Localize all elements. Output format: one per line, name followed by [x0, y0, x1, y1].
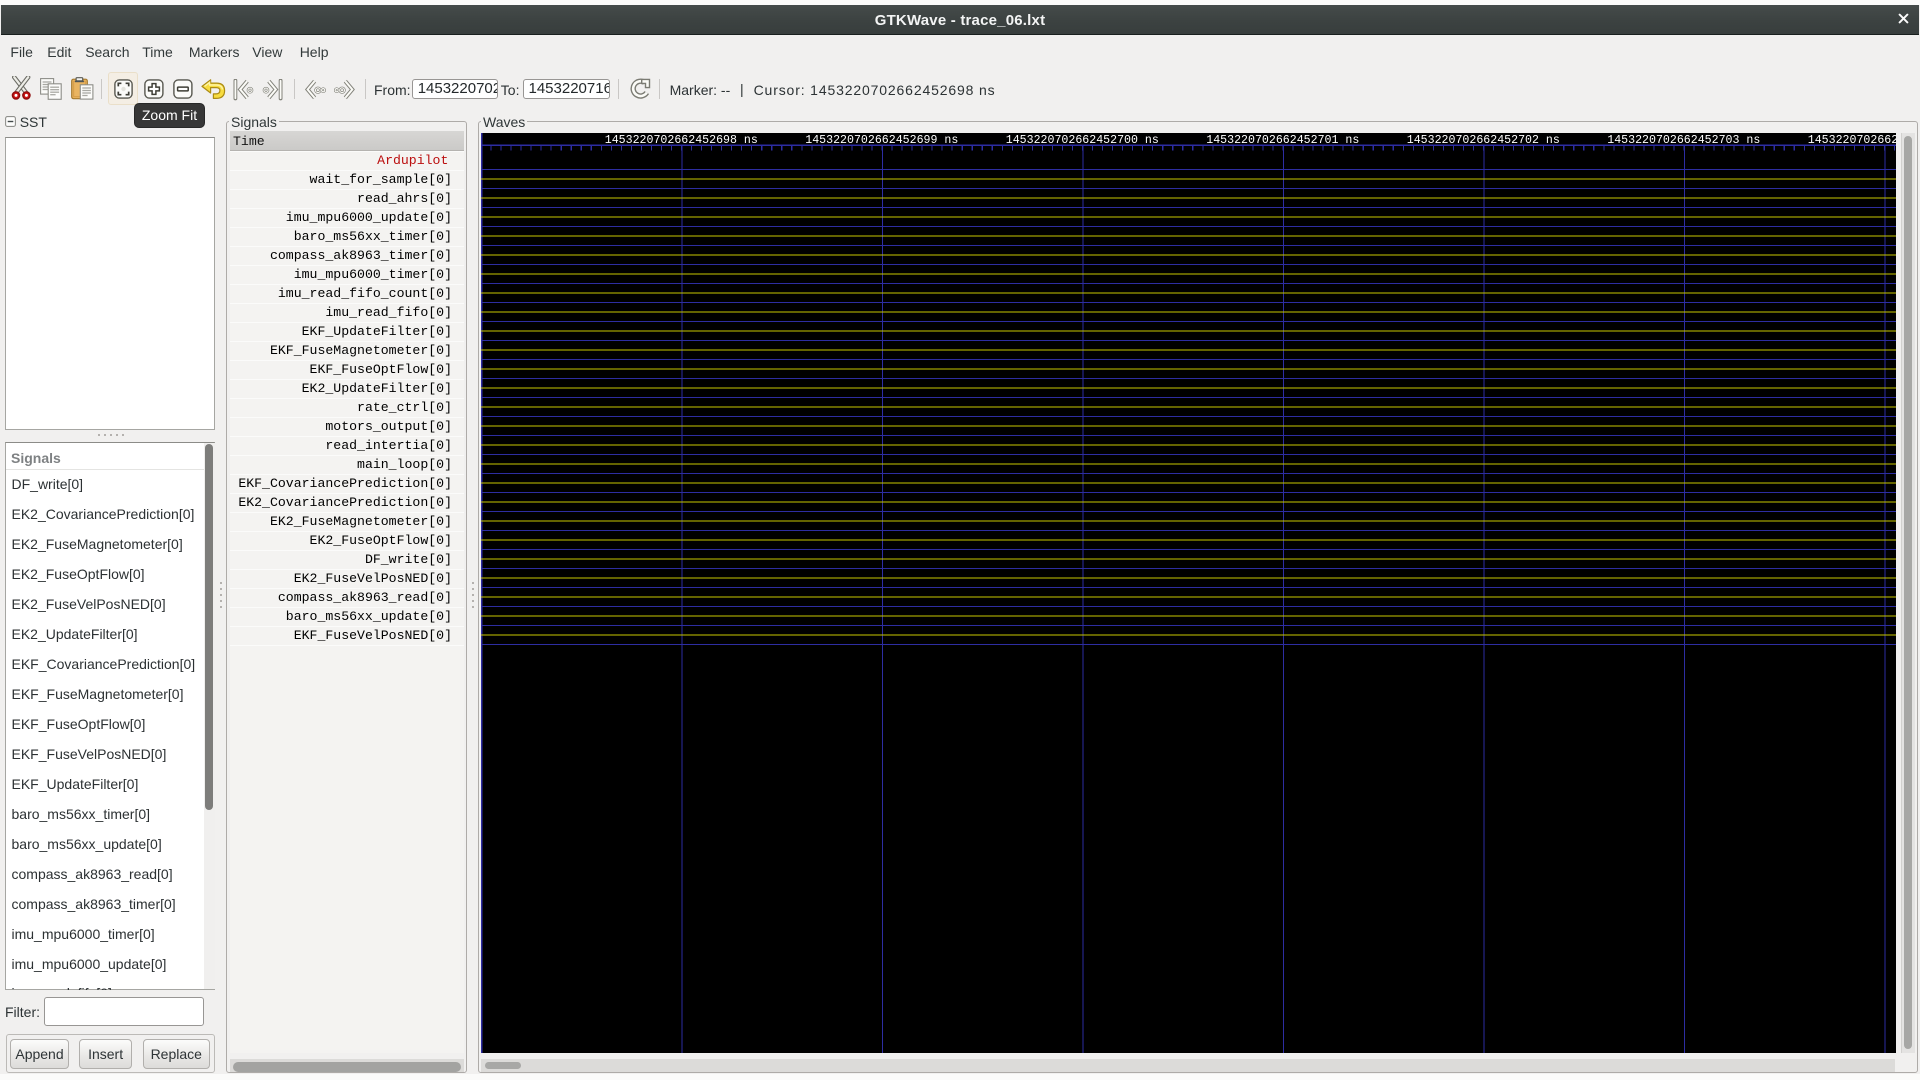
svg-text:1453220702662452698 ns: 1453220702662452698 ns — [605, 134, 758, 147]
svg-text:1453220702662452700 ns: 1453220702662452700 ns — [1006, 134, 1159, 147]
svg-text:1453220702662452704 ns: 1453220702662452704 ns — [1808, 134, 1896, 147]
svg-text:1453220702662452699 ns: 1453220702662452699 ns — [805, 134, 958, 147]
svg-text:1453220702662452703 ns: 1453220702662452703 ns — [1607, 134, 1760, 147]
svg-text:1453220702662452702 ns: 1453220702662452702 ns — [1407, 134, 1560, 147]
svg-text:1453220702662452701 ns: 1453220702662452701 ns — [1206, 134, 1359, 147]
